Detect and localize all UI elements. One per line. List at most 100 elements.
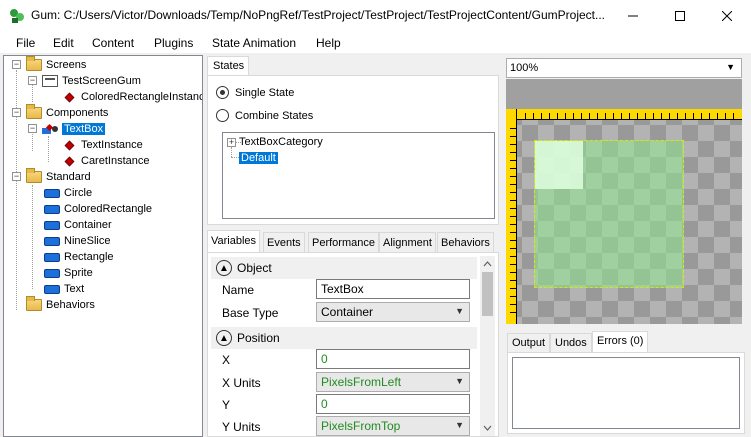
single-state-radio[interactable]: Single State [216, 86, 294, 99]
tree-label: Rectangle [64, 251, 114, 263]
collapse-icon: ▲ [216, 260, 232, 276]
variables-scrollbar[interactable] [480, 256, 495, 436]
instance-icon [64, 156, 75, 166]
folder-icon [26, 296, 42, 311]
maximize-icon [675, 11, 685, 21]
instance-icon [64, 140, 75, 150]
tab-performance[interactable]: Performance [308, 232, 379, 252]
menu-plugins[interactable]: Plugins [154, 36, 193, 50]
tree-label: CaretInstance [81, 155, 150, 167]
output-panel [507, 352, 745, 434]
tab-states[interactable]: States [207, 56, 249, 76]
menu-help[interactable]: Help [316, 36, 341, 50]
tab-events[interactable]: Events [263, 232, 305, 252]
state-default-item[interactable]: Default [239, 150, 278, 166]
tree-label: ColoredRectangle [64, 203, 153, 215]
standard-element-icon [44, 220, 60, 230]
errors-list[interactable] [512, 357, 740, 429]
window-title: Gum: C:/Users/Victor/Downloads/Temp/NoPn… [31, 8, 605, 22]
tree-label: Sprite [64, 267, 93, 279]
tree-item-circle[interactable]: Circle [44, 185, 92, 201]
chevron-down-icon: ▼ [726, 62, 735, 72]
tree-label: ColoredRectangleInstance [81, 91, 203, 103]
tree-item-behaviors[interactable]: Behaviors [26, 296, 95, 313]
tree-item-screens[interactable]: Screens [26, 56, 87, 73]
tree-item-nineslice[interactable]: NineSlice [44, 233, 110, 249]
y-field[interactable]: 0 [316, 394, 470, 414]
scroll-up-icon [483, 261, 492, 267]
minimize-icon [628, 15, 638, 17]
horizontal-ruler[interactable] [506, 109, 742, 120]
x-units-label: X Units [222, 376, 261, 390]
x-label: X [222, 353, 231, 367]
canvas-vertical-scrollbar[interactable] [742, 79, 749, 324]
standard-element-icon [44, 204, 60, 214]
close-icon [722, 11, 732, 21]
base-type-dropdown[interactable]: Container ▼ [316, 302, 470, 322]
tree-item-coloredrectangle[interactable]: ColoredRectangle [44, 201, 152, 217]
preview-canvas[interactable] [506, 109, 742, 324]
screen-icon [42, 75, 58, 87]
states-panel: Single State Combine States + TextBoxCat… [207, 75, 499, 225]
vertical-ruler[interactable] [506, 109, 517, 324]
radio-checked-icon [216, 86, 229, 99]
tree-item-components[interactable]: Components [26, 104, 108, 121]
tree-item-sprite[interactable]: Sprite [44, 265, 93, 281]
standard-expander[interactable]: − [12, 172, 21, 181]
tree-item-standard[interactable]: Standard [26, 168, 91, 185]
state-category-label: TextBoxCategory [239, 136, 323, 148]
tab-behaviors[interactable]: Behaviors [437, 232, 494, 252]
tab-errors[interactable]: Errors (0) [592, 331, 649, 353]
instance-icon [64, 92, 75, 102]
maximize-button[interactable] [657, 0, 703, 32]
tree-label: Behaviors [46, 299, 95, 311]
standard-element-icon [44, 252, 60, 262]
components-expander[interactable]: − [12, 108, 21, 117]
testscreen-expander[interactable]: − [28, 76, 37, 85]
folder-icon [26, 104, 42, 119]
screens-expander[interactable]: − [12, 60, 21, 69]
name-field[interactable]: TextBox [316, 279, 470, 299]
tree-item-textinstance[interactable]: TextInstance [62, 137, 143, 153]
tab-alignment[interactable]: Alignment [379, 232, 436, 252]
zoom-dropdown[interactable]: 100% ▼ [506, 58, 742, 78]
tree-item-coloredrectangleinstance[interactable]: ColoredRectangleInstance [62, 89, 203, 105]
state-category-item[interactable]: TextBoxCategory [239, 134, 323, 150]
combine-states-radio[interactable]: Combine States [216, 109, 313, 122]
y-units-dropdown[interactable]: PixelsFromTop ▼ [316, 416, 470, 436]
tree-label: Screens [46, 59, 87, 71]
object-section-header[interactable]: ▲ Object [211, 257, 477, 279]
tab-output[interactable]: Output [507, 333, 551, 352]
tab-variables[interactable]: Variables [207, 230, 261, 253]
tree-item-caretinstance[interactable]: CaretInstance [62, 153, 149, 169]
menu-file[interactable]: File [16, 36, 35, 50]
tree-label: Standard [46, 171, 91, 183]
tree-item-textbox[interactable]: TextBox [42, 121, 106, 137]
tab-undos[interactable]: Undos [550, 333, 592, 352]
canvas-toolbar-area [506, 79, 742, 109]
close-button[interactable] [704, 0, 750, 32]
menu-content[interactable]: Content [92, 36, 134, 50]
scroll-down-icon [483, 425, 492, 431]
tree-item-container[interactable]: Container [44, 217, 112, 233]
scrollbar-thumb[interactable] [482, 272, 493, 316]
states-tree: + TextBoxCategory Default [222, 132, 495, 219]
textbox-preview[interactable] [534, 140, 684, 288]
canvas-horizontal-scrollbar[interactable] [506, 324, 749, 329]
textbox-expander[interactable]: − [28, 124, 37, 133]
section-title: Position [237, 331, 280, 345]
tree-item-text[interactable]: Text [44, 281, 84, 297]
project-tree: − Screens − TestScreenGum ColoredRectang… [3, 55, 203, 437]
menu-edit[interactable]: Edit [53, 36, 74, 50]
tree-label: Container [64, 219, 112, 231]
folder-icon [26, 56, 42, 71]
tree-item-rectangle[interactable]: Rectangle [44, 249, 114, 265]
position-section-header[interactable]: ▲ Position [211, 327, 477, 349]
chevron-down-icon: ▼ [455, 420, 464, 430]
menu-state-animation[interactable]: State Animation [212, 36, 296, 50]
tree-item-testscreengum[interactable]: TestScreenGum [42, 73, 141, 89]
x-units-dropdown[interactable]: PixelsFromLeft ▼ [316, 372, 470, 392]
category-expander[interactable]: + [227, 138, 236, 147]
x-field[interactable]: 0 [316, 349, 470, 369]
minimize-button[interactable] [610, 0, 656, 32]
